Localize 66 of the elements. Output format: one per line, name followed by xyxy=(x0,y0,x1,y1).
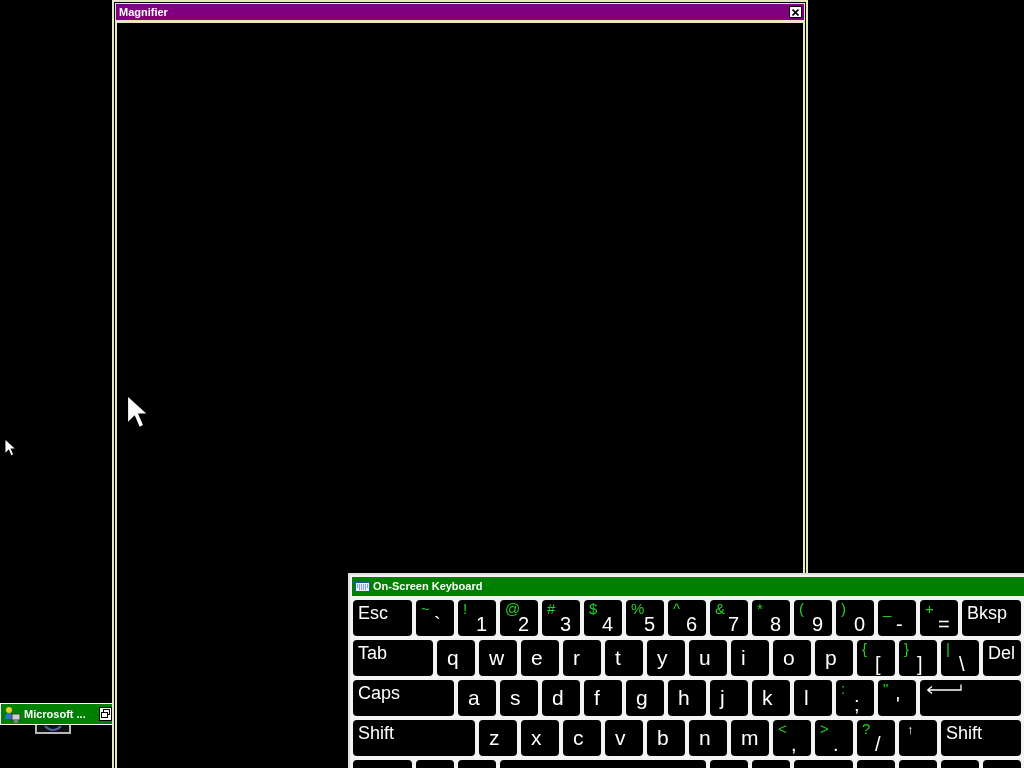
keyboard-key[interactable] xyxy=(920,680,1021,716)
keyboard-key[interactable]: & 7 xyxy=(710,600,748,636)
keyboard-key[interactable]: _ - xyxy=(878,600,916,636)
keyboard-key[interactable]: g xyxy=(626,680,664,716)
keyboard-key[interactable]: ( 9 xyxy=(794,600,832,636)
tile-icon xyxy=(35,725,71,734)
keyboard-key[interactable]: t xyxy=(605,640,643,676)
keyboard-key[interactable]: l xyxy=(794,680,832,716)
keyboard-key[interactable]: i xyxy=(731,640,769,676)
keyboard-key[interactable]: s xyxy=(500,680,538,716)
keyboard-key[interactable]: # 3 xyxy=(542,600,580,636)
keyboard-key[interactable]: < , xyxy=(773,720,811,756)
keyboard-key[interactable]: + = xyxy=(920,600,958,636)
keyboard-key[interactable]: Tab xyxy=(353,640,433,676)
keyboard-key[interactable]: % 5 xyxy=(626,600,664,636)
keyboard-key[interactable]: w xyxy=(479,640,517,676)
keyboard-key[interactable]: > . xyxy=(815,720,853,756)
close-button[interactable] xyxy=(789,6,802,18)
window-title: Magnifier xyxy=(119,5,168,19)
keyboard-key[interactable]: h xyxy=(668,680,706,716)
keyboard-key[interactable]: f xyxy=(584,680,622,716)
close-icon xyxy=(792,8,799,16)
keyboard-key[interactable]: j xyxy=(710,680,748,716)
keyboard-key[interactable]: ~ ` xyxy=(416,600,454,636)
keyboard-key[interactable]: m xyxy=(731,720,769,756)
keyboard-key[interactable]: p xyxy=(815,640,853,676)
keyboard-key[interactable]: Esc xyxy=(353,600,412,636)
keyboard-key[interactable]: Caps xyxy=(353,680,454,716)
keyboard-key[interactable]: x xyxy=(521,720,559,756)
keyboard-key[interactable]: * 8 xyxy=(752,600,790,636)
taskbar-button[interactable]: Microsoft ... xyxy=(0,703,114,725)
keyboard-key[interactable]: Shift xyxy=(353,720,475,756)
keyboard-key[interactable]: ) 0 xyxy=(836,600,874,636)
keyboard-icon xyxy=(355,581,370,592)
keyboard-key[interactable]: ? / xyxy=(857,720,895,756)
keyboard-key[interactable]: c xyxy=(563,720,601,756)
keyboard-key[interactable]: ^ 6 xyxy=(668,600,706,636)
keyboard-key[interactable]: n xyxy=(689,720,727,756)
keyboard-key[interactable]: @ 2 xyxy=(500,600,538,636)
keyboard-key[interactable]: u xyxy=(689,640,727,676)
enter-arrow-icon xyxy=(926,684,962,694)
keyboard-key[interactable]: q xyxy=(437,640,475,676)
keyboard-key[interactable]: ! 1 xyxy=(458,600,496,636)
keyboard-key[interactable]: y xyxy=(647,640,685,676)
keyboard-key[interactable]: Shift xyxy=(941,720,1021,756)
keyboard-key[interactable]: | \ xyxy=(941,640,979,676)
keyboard-key[interactable]: b xyxy=(647,720,685,756)
keyboard-key[interactable]: ↑ xyxy=(899,720,937,756)
keyboard-key[interactable]: $ 4 xyxy=(584,600,622,636)
user-computer-icon xyxy=(4,705,21,723)
keyboard-key[interactable]: Del xyxy=(983,640,1021,676)
keyboard-key[interactable]: d xyxy=(542,680,580,716)
keyboard-key[interactable]: k xyxy=(752,680,790,716)
keyboard-key[interactable]: " ' xyxy=(878,680,916,716)
keyboard-key[interactable]: } ] xyxy=(899,640,937,676)
mouse-pointer-icon xyxy=(5,440,16,456)
keyboard-key[interactable]: r xyxy=(563,640,601,676)
keyboard-key[interactable]: { [ xyxy=(857,640,895,676)
window-title: On-Screen Keyboard xyxy=(373,580,483,593)
keyboard-key[interactable]: : ; xyxy=(836,680,874,716)
keyboard-key[interactable]: e xyxy=(521,640,559,676)
keyboard-key[interactable]: z xyxy=(479,720,517,756)
keyboard-key[interactable]: o xyxy=(773,640,811,676)
keyboard-key[interactable]: a xyxy=(458,680,496,716)
keyboard-key[interactable]: v xyxy=(605,720,643,756)
keyboard-key[interactable]: Bksp xyxy=(962,600,1021,636)
